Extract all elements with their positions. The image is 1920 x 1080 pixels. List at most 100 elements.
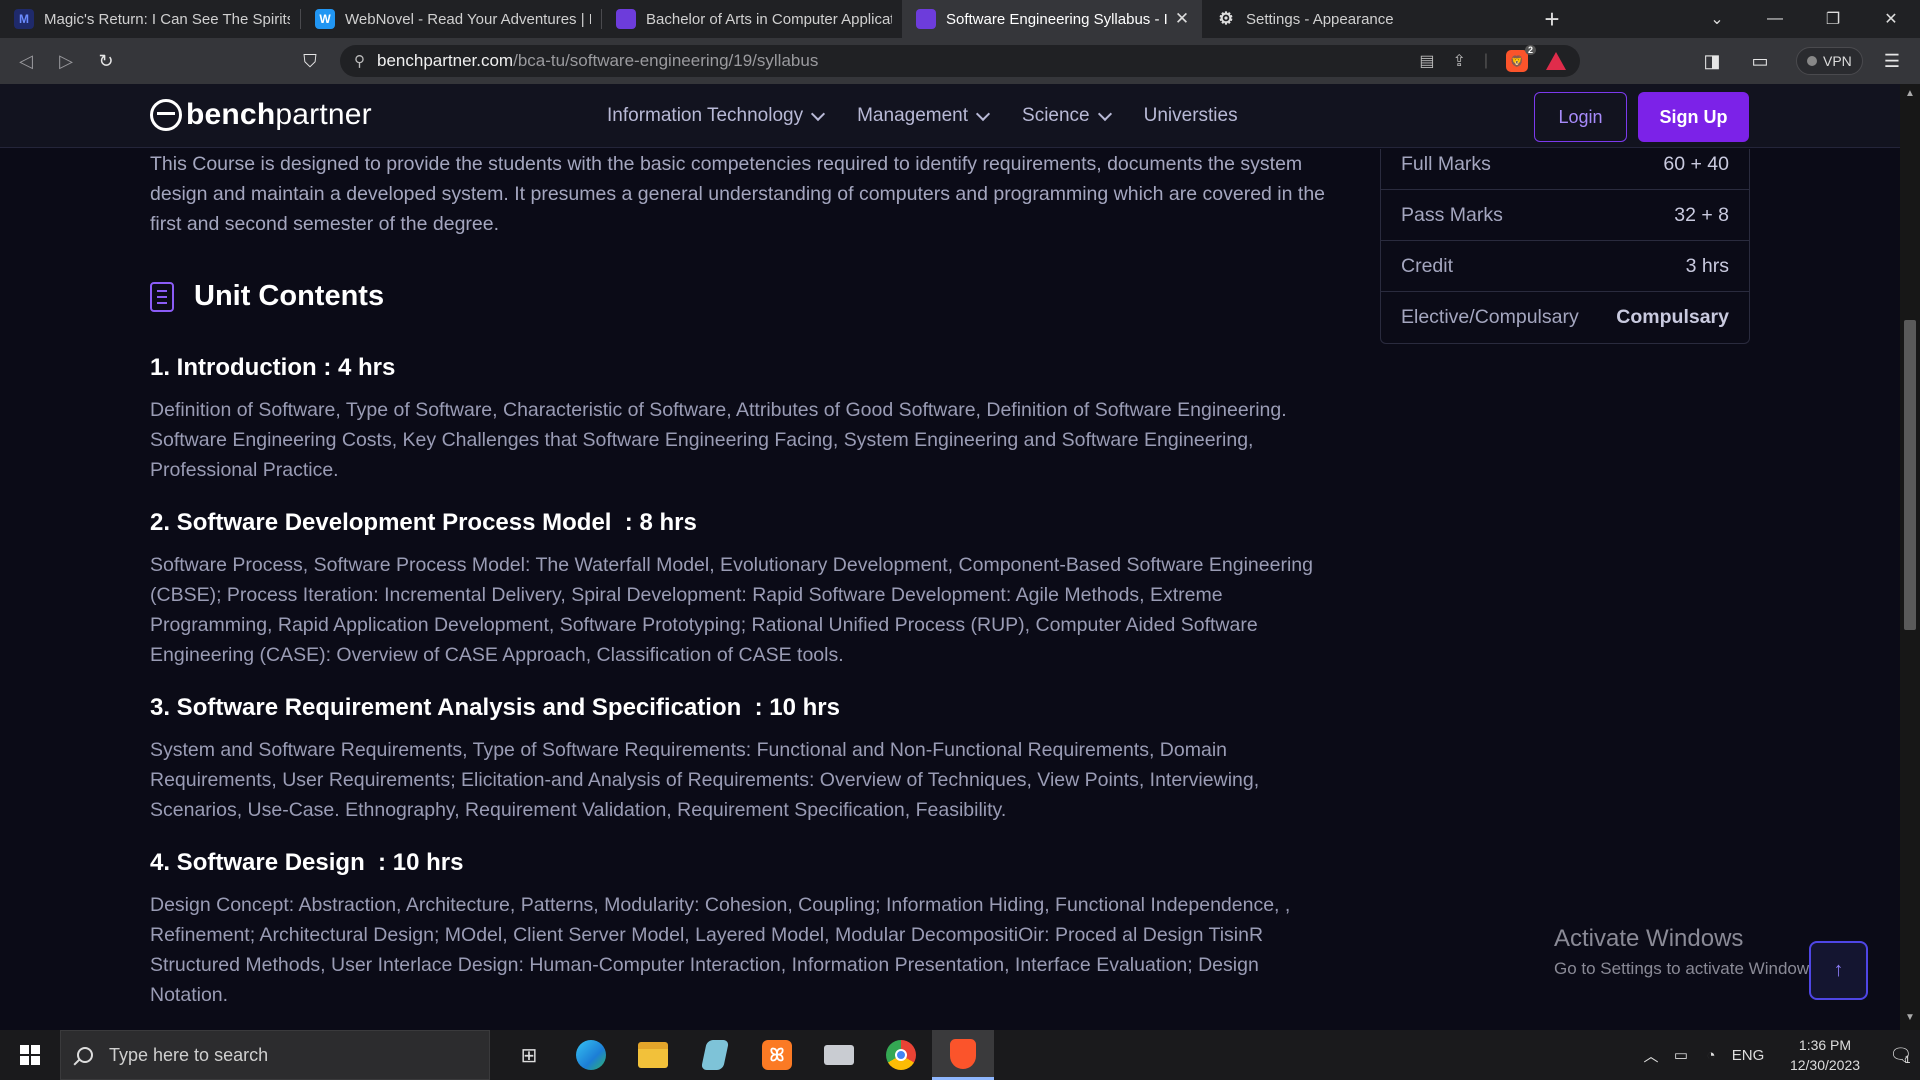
info-value: Compulsary	[1616, 306, 1729, 328]
tab-search-icon[interactable]: ⌄	[1688, 0, 1746, 38]
info-row: Full Marks 60 + 40	[1381, 149, 1749, 190]
nav-management[interactable]: Management	[857, 105, 991, 127]
main-nav: Information Technology Management Scienc…	[607, 84, 1272, 148]
login-button[interactable]: Login	[1534, 92, 1627, 142]
back-icon[interactable]: ◁	[6, 43, 46, 79]
nav-information-technology[interactable]: Information Technology	[607, 105, 826, 127]
chrome-icon[interactable]	[870, 1030, 932, 1080]
site-header: benchpartner Information Technology Mana…	[0, 84, 1900, 148]
nav-science[interactable]: Science	[1022, 105, 1112, 127]
url-path: /bca-tu/software-engineering/19/syllabus	[513, 51, 819, 70]
signup-button[interactable]: Sign Up	[1638, 92, 1749, 142]
forward-icon[interactable]: ▷	[46, 43, 86, 79]
xampp-icon[interactable]: ꕤ	[746, 1030, 808, 1080]
printer-app-icon[interactable]	[808, 1030, 870, 1080]
logo-icon	[150, 99, 182, 131]
browser-tab[interactable]: W WebNovel - Read Your Adventures | Fi	[301, 0, 601, 38]
wifi-icon[interactable]: ◔	[1696, 1047, 1726, 1064]
notification-count: 1	[1904, 1054, 1911, 1066]
info-value: 32 + 8	[1674, 203, 1729, 226]
nav-universities[interactable]: Universties	[1144, 105, 1238, 127]
scrollbar-thumb[interactable]	[1904, 320, 1916, 630]
course-description: This Course is designed to provide the s…	[150, 153, 1326, 235]
new-tab-icon[interactable]: +	[1532, 0, 1572, 38]
unit-item: 2. Software Development Process Model : …	[150, 509, 1330, 670]
browser-tab-active[interactable]: Software Engineering Syllabus - I ✕	[902, 0, 1202, 38]
language-indicator[interactable]: ENG	[1726, 1047, 1770, 1064]
notification-center-icon[interactable]: 🗨 1	[1880, 1030, 1920, 1080]
browser-tab[interactable]: Bachelor of Arts in Computer Applicat	[602, 0, 902, 38]
vpn-status-icon	[1807, 56, 1817, 66]
vpn-label: VPN	[1823, 53, 1852, 69]
document-icon	[150, 281, 174, 312]
info-row: Pass Marks 32 + 8	[1381, 190, 1749, 241]
unit-title: 3. Software Requirement Analysis and Spe…	[150, 694, 840, 721]
vpn-button[interactable]: VPN	[1796, 47, 1863, 75]
info-label: Full Marks	[1401, 152, 1491, 175]
close-window-icon[interactable]: ✕	[1862, 0, 1920, 38]
tab-title: Bachelor of Arts in Computer Applicat	[646, 10, 892, 28]
clock[interactable]: 1:36 PM 12/30/2023	[1780, 1035, 1870, 1075]
unit-description: System and Software Requirements, Type o…	[150, 739, 1260, 821]
reload-icon[interactable]: ↻	[86, 43, 126, 79]
task-view-icon[interactable]: ⊞	[498, 1030, 560, 1080]
shields-count: 2	[1524, 45, 1536, 55]
tab-title: Magic's Return: I Can See The Spirits -	[44, 10, 290, 28]
browser-tab[interactable]: M Magic's Return: I Can See The Spirits …	[0, 0, 300, 38]
scroll-down-icon[interactable]: ▼	[1900, 1012, 1920, 1028]
nav-label: Management	[857, 105, 969, 126]
watermark-title: Activate Windows	[1554, 925, 1744, 952]
share-icon[interactable]: ⇪	[1452, 51, 1465, 71]
info-value: 60 + 40	[1663, 152, 1729, 175]
logo-text-bold: bench	[186, 98, 276, 131]
brave-browser-icon[interactable]	[932, 1030, 994, 1080]
site-logo[interactable]: benchpartner	[150, 98, 372, 132]
info-label: Elective/Compulsary	[1401, 306, 1579, 328]
clock-date: 12/30/2023	[1789, 1057, 1861, 1073]
course-info-table: Full Marks 60 + 40 Pass Marks 32 + 8 Cre…	[1380, 149, 1750, 344]
info-label: Pass Marks	[1401, 203, 1503, 226]
scroll-to-top-button[interactable]: ↑	[1809, 941, 1868, 1000]
brave-shields-icon[interactable]: 🦁 2	[1506, 45, 1536, 72]
minimize-icon[interactable]: —	[1746, 0, 1804, 38]
arrow-up-icon: ↑	[1833, 959, 1844, 981]
sidebar-toggle-icon[interactable]: ◨	[1692, 43, 1732, 79]
url-host: benchpartner.com	[377, 51, 514, 70]
chevron-up-icon[interactable]: ︿	[1636, 1045, 1666, 1066]
scroll-up-icon[interactable]: ▲	[1900, 88, 1920, 104]
taskbar-search[interactable]: Type here to search	[60, 1030, 490, 1080]
unit-item: 4. Software Design : 10 hrs Design Conce…	[150, 849, 1330, 1010]
tab-favicon-icon	[616, 9, 636, 29]
battery-icon[interactable]: ▭	[1666, 1046, 1696, 1064]
search-icon	[77, 1047, 93, 1063]
reader-mode-icon[interactable]: ▤	[1419, 51, 1434, 71]
bookmark-icon[interactable]: ⛉	[290, 43, 330, 79]
unit-title: 2. Software Development Process Model : …	[150, 509, 697, 536]
activate-windows-watermark: Activate Windows Go to Settings to activ…	[1554, 925, 1822, 979]
browser-tab[interactable]: ⚙ Settings - Appearance	[1202, 0, 1502, 38]
address-bar[interactable]: ⚲ benchpartner.com/bca-tu/software-engin…	[340, 45, 1580, 77]
menu-icon[interactable]: ☰	[1872, 43, 1912, 79]
nav-label: Universties	[1143, 105, 1238, 126]
brave-rewards-icon[interactable]	[1546, 52, 1566, 70]
tab-title: Software Engineering Syllabus - I	[946, 10, 1168, 28]
tab-favicon-icon: M	[14, 9, 34, 29]
section-title: Unit Contents	[194, 280, 385, 312]
notepad-icon[interactable]	[684, 1030, 746, 1080]
clock-time: 1:36 PM	[1798, 1037, 1852, 1053]
tab-title: Settings - Appearance	[1246, 10, 1394, 28]
start-button[interactable]	[0, 1030, 60, 1080]
divider: |	[1483, 52, 1488, 69]
unit-description: Software Process, Software Process Model…	[150, 554, 1313, 666]
tab-favicon-icon: W	[315, 9, 335, 29]
file-explorer-icon[interactable]	[622, 1030, 684, 1080]
windows-logo-icon	[20, 1045, 40, 1065]
restore-icon[interactable]: ❐	[1804, 0, 1862, 38]
page-scrollbar[interactable]: ▲ ▼	[1900, 84, 1920, 1030]
chevron-down-icon	[975, 106, 991, 121]
info-label: Credit	[1401, 254, 1454, 277]
wallet-icon[interactable]: ▭	[1740, 43, 1780, 79]
edge-icon[interactable]	[560, 1030, 622, 1080]
close-tab-icon[interactable]: ✕	[1172, 9, 1192, 29]
site-info-icon[interactable]: ⚲	[354, 52, 365, 70]
